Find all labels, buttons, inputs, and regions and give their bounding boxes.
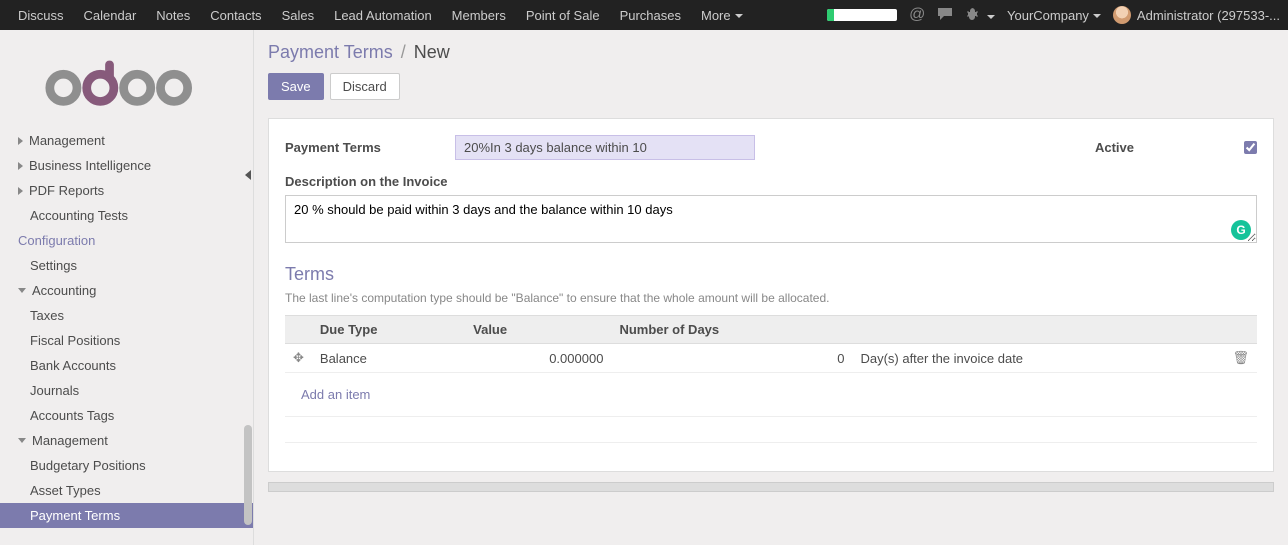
- sidebar-item-settings[interactable]: Settings: [0, 253, 253, 278]
- sidebar-item-management[interactable]: Management: [0, 128, 253, 153]
- sidebar-menu: Management Business Intelligence PDF Rep…: [0, 128, 253, 528]
- save-button[interactable]: Save: [268, 73, 324, 100]
- menu-sales[interactable]: Sales: [272, 2, 325, 29]
- menu-purchases[interactable]: Purchases: [610, 2, 691, 29]
- payment-terms-input[interactable]: [455, 135, 755, 160]
- brand-logo: [0, 30, 253, 128]
- expand-icon: [18, 187, 23, 195]
- breadcrumb-current: New: [414, 42, 450, 63]
- company-switcher[interactable]: YourCompany: [1007, 8, 1101, 23]
- status-bar: [268, 482, 1274, 492]
- sidebar-item-accounting-tests[interactable]: Accounting Tests: [0, 203, 253, 228]
- col-num-days: Number of Days: [611, 316, 852, 344]
- cell-value[interactable]: 0.000000: [465, 344, 611, 373]
- breadcrumb: Payment Terms / New: [268, 42, 1274, 63]
- sidebar-item-taxes[interactable]: Taxes: [0, 303, 253, 328]
- sidebar-item-business-intelligence[interactable]: Business Intelligence: [0, 153, 253, 178]
- form-actions: Save Discard: [268, 73, 1274, 100]
- grammarly-icon[interactable]: G: [1231, 220, 1251, 240]
- user-name: Administrator (297533-...: [1137, 8, 1280, 23]
- sidebar: Management Business Intelligence PDF Rep…: [0, 30, 254, 545]
- caret-down-icon: [735, 14, 743, 18]
- menu-members[interactable]: Members: [442, 2, 516, 29]
- collapse-icon: [18, 288, 26, 293]
- sidebar-item-accounting[interactable]: Accounting: [0, 278, 253, 303]
- breadcrumb-root[interactable]: Payment Terms: [268, 42, 393, 63]
- menu-discuss[interactable]: Discuss: [8, 2, 74, 29]
- menu-notes[interactable]: Notes: [146, 2, 200, 29]
- sidebar-item-fiscal-positions[interactable]: Fiscal Positions: [0, 328, 253, 353]
- main-menu: Discuss Calendar Notes Contacts Sales Le…: [8, 2, 753, 29]
- collapse-icon: [18, 438, 26, 443]
- menu-lead-automation[interactable]: Lead Automation: [324, 2, 442, 29]
- cell-num-days[interactable]: 0: [611, 344, 852, 373]
- cell-option[interactable]: Day(s) after the invoice date: [852, 344, 1224, 373]
- caret-down-icon: [987, 15, 995, 19]
- form-sheet: Payment Terms Active Description on the …: [268, 118, 1274, 472]
- menu-more[interactable]: More: [691, 2, 753, 29]
- sidebar-section-configuration: Configuration: [0, 228, 253, 253]
- caret-down-icon: [1093, 14, 1101, 18]
- sidebar-item-payment-terms[interactable]: Payment Terms: [0, 503, 253, 528]
- expand-icon: [18, 137, 23, 145]
- sidebar-item-bank-accounts[interactable]: Bank Accounts: [0, 353, 253, 378]
- navbar-right: @ YourCompany Administrator (297533-...: [827, 6, 1280, 24]
- cell-due-type[interactable]: Balance: [312, 344, 465, 373]
- user-avatar: [1113, 6, 1131, 24]
- menu-calendar[interactable]: Calendar: [74, 2, 147, 29]
- implementation-progress[interactable]: [827, 9, 897, 21]
- col-value: Value: [465, 316, 611, 344]
- payment-terms-label: Payment Terms: [285, 140, 425, 155]
- active-checkbox[interactable]: [1244, 141, 1257, 154]
- terms-help-text: The last line's computation type should …: [285, 291, 1257, 305]
- sidebar-collapse-icon[interactable]: [245, 170, 251, 180]
- description-label: Description on the Invoice: [285, 174, 1257, 189]
- delete-row-icon[interactable]: 🗑: [1232, 350, 1249, 365]
- sidebar-scrollbar[interactable]: [244, 425, 252, 525]
- table-row[interactable]: ✥ Balance 0.000000 0 Day(s) after the in…: [285, 344, 1257, 373]
- main-content: Payment Terms / New Save Discard Payment…: [254, 30, 1288, 545]
- odoo-logo-icon: [44, 58, 209, 108]
- col-due-type: Due Type: [312, 316, 465, 344]
- menu-point-of-sale[interactable]: Point of Sale: [516, 2, 610, 29]
- sidebar-item-budgetary-positions[interactable]: Budgetary Positions: [0, 453, 253, 478]
- menu-contacts[interactable]: Contacts: [200, 2, 271, 29]
- sidebar-item-pdf-reports[interactable]: PDF Reports: [0, 178, 253, 203]
- at-mention-icon[interactable]: @: [909, 6, 925, 24]
- drag-handle-icon[interactable]: ✥: [293, 350, 304, 365]
- active-label: Active: [1095, 140, 1134, 155]
- sidebar-item-management-2[interactable]: Management: [0, 428, 253, 453]
- sidebar-item-asset-types[interactable]: Asset Types: [0, 478, 253, 503]
- debug-icon[interactable]: [965, 7, 995, 24]
- top-navbar: Discuss Calendar Notes Contacts Sales Le…: [0, 0, 1288, 30]
- sidebar-item-journals[interactable]: Journals: [0, 378, 253, 403]
- terms-section-title: Terms: [285, 264, 1257, 285]
- expand-icon: [18, 162, 23, 170]
- user-menu[interactable]: Administrator (297533-...: [1113, 6, 1280, 24]
- discard-button[interactable]: Discard: [330, 73, 400, 100]
- chat-icon[interactable]: [937, 7, 953, 24]
- add-item-link[interactable]: Add an item: [293, 379, 378, 410]
- breadcrumb-separator: /: [401, 42, 406, 63]
- terms-table: Due Type Value Number of Days ✥ Balance …: [285, 315, 1257, 443]
- description-textarea[interactable]: [285, 195, 1257, 243]
- sidebar-item-accounts-tags[interactable]: Accounts Tags: [0, 403, 253, 428]
